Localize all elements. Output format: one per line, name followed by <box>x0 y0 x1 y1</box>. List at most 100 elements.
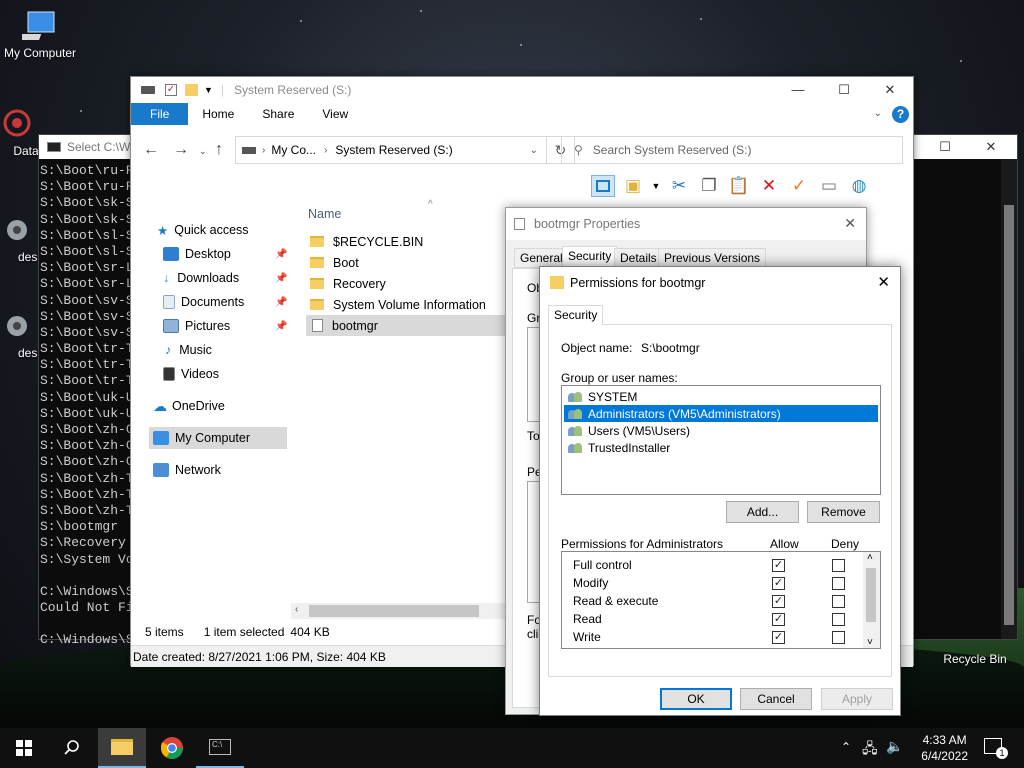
nav-my-computer[interactable]: My Computer <box>149 427 287 449</box>
taskbar-chrome[interactable] <box>148 728 196 768</box>
scroll-thumb[interactable] <box>309 605 479 617</box>
deny-checkbox[interactable] <box>832 631 845 644</box>
breadcrumb-my-computer[interactable]: My Co... <box>271 143 316 157</box>
deny-checkbox[interactable] <box>832 559 845 572</box>
minimize-button[interactable]: — <box>775 77 821 103</box>
taskbar-cmd[interactable]: C:\ <box>196 728 244 768</box>
permissions-titlebar[interactable]: Permissions for bootmgr ✕ <box>540 267 900 299</box>
start-button[interactable] <box>0 728 48 768</box>
user-row-system[interactable]: SYSTEM <box>564 388 878 405</box>
back-arrow-icon[interactable]: ← <box>143 141 159 159</box>
chevron-up-icon[interactable]: ⌃ <box>841 740 851 754</box>
checkmark-icon[interactable]: ✓ <box>787 175 811 197</box>
search-button[interactable] <box>48 728 96 768</box>
forward-arrow-icon[interactable]: → <box>173 141 189 159</box>
list-item[interactable]: System Volume Information <box>306 294 506 315</box>
pin-icon[interactable]: 📌 <box>275 249 287 260</box>
pin-icon[interactable]: 📌 <box>275 273 287 284</box>
list-item[interactable]: Boot <box>306 252 506 273</box>
allow-checkbox[interactable]: ✓ <box>772 577 785 590</box>
pin-icon[interactable]: 📌 <box>275 297 287 308</box>
up-arrow-icon[interactable]: ↑ <box>215 141 223 159</box>
permissions-scrollbar[interactable]: ˄ ˅ <box>863 552 880 648</box>
deny-checkbox[interactable] <box>832 613 845 626</box>
cmd-maximize-button[interactable]: ☐ <box>923 135 967 159</box>
delete-icon[interactable]: ✕ <box>757 175 781 197</box>
new-folder-icon[interactable]: ▣ <box>621 175 645 197</box>
nav-onedrive[interactable]: ☁ OneDrive <box>153 395 225 417</box>
apply-button[interactable]: Apply <box>821 688 893 710</box>
list-item[interactable]: Recovery <box>306 273 506 294</box>
chevron-down-icon[interactable]: ⌄ <box>530 145 538 156</box>
user-row-administrators[interactable]: Administrators (VM5\Administrators) <box>564 405 878 422</box>
properties-titlebar[interactable]: bootmgr Properties ✕ <box>506 208 866 240</box>
tab-home[interactable]: Home <box>188 103 248 125</box>
tab-security[interactable]: Security <box>562 246 618 268</box>
search-input[interactable]: ⚲ Search System Reserved (S:) <box>561 136 903 164</box>
globe-icon[interactable]: ◍ <box>847 175 871 197</box>
address-input[interactable]: › My Co... › System Reserved (S:) ⌄ <box>235 136 547 164</box>
close-button[interactable]: ✕ <box>867 77 913 103</box>
nav-downloads[interactable]: ↓ Downloads <box>163 267 239 289</box>
tab-previous-versions[interactable]: Previous Versions <box>658 248 767 268</box>
nav-network[interactable]: Network <box>153 459 221 481</box>
nav-quick-access[interactable]: ★ Quick access <box>157 219 249 241</box>
user-row-trustedinstaller[interactable]: TrustedInstaller <box>564 439 878 456</box>
deny-checkbox[interactable] <box>832 595 845 608</box>
list-item[interactable]: bootmgr <box>306 315 506 336</box>
tab-view[interactable]: View <box>308 103 362 125</box>
cmd-scrollbar[interactable] <box>1001 159 1017 639</box>
breadcrumb-system-reserved[interactable]: System Reserved (S:) <box>335 143 452 157</box>
tab-share[interactable]: Share <box>248 103 308 125</box>
desktop-icon-recycle-bin[interactable]: Recycle Bin <box>935 652 1015 666</box>
user-list[interactable]: SYSTEM Administrators (VM5\Administrator… <box>561 385 881 495</box>
folder-icon[interactable] <box>185 84 198 96</box>
cancel-button[interactable]: Cancel <box>740 688 812 710</box>
preview-pane-icon[interactable] <box>591 175 615 197</box>
allow-checkbox[interactable]: ✓ <box>772 631 785 644</box>
close-icon[interactable]: ✕ <box>877 273 890 291</box>
add-button[interactable]: Add... <box>726 501 799 523</box>
chevron-down-icon[interactable]: ▼ <box>204 85 213 95</box>
tab-security[interactable]: Security <box>548 305 604 325</box>
permissions-dialog[interactable]: Permissions for bootmgr ✕ Security Objec… <box>539 266 901 716</box>
allow-checkbox[interactable]: ✓ <box>772 559 785 572</box>
nav-pictures[interactable]: Pictures <box>163 315 230 337</box>
ok-button[interactable]: OK <box>660 688 732 710</box>
close-icon[interactable]: ✕ <box>844 215 856 232</box>
column-header-name[interactable]: Name <box>308 207 341 221</box>
nav-music[interactable]: ♪ Music <box>165 339 212 361</box>
remove-button[interactable]: Remove <box>807 501 880 523</box>
copy-icon[interactable]: ❐ <box>697 175 721 197</box>
tab-file[interactable]: File <box>131 103 189 125</box>
cut-icon[interactable]: ✂ <box>667 175 691 197</box>
maximize-button[interactable]: ☐ <box>821 77 867 103</box>
chevron-left-icon[interactable]: ‹ <box>295 604 298 615</box>
chevron-down-icon[interactable]: ⌄ <box>874 103 882 125</box>
chevron-down-icon[interactable]: ▼ <box>651 175 661 197</box>
tab-details[interactable]: Details <box>614 248 663 268</box>
properties-icon[interactable]: ✓ <box>165 84 177 96</box>
tab-general[interactable]: General <box>514 248 569 268</box>
scroll-thumb[interactable] <box>866 568 876 622</box>
chevron-up-icon[interactable]: ˄ <box>867 552 873 563</box>
notification-button[interactable]: 1 <box>984 738 1008 759</box>
help-icon[interactable]: ? <box>892 106 909 123</box>
user-row-users[interactable]: Users (VM5\Users) <box>564 422 878 439</box>
nav-videos[interactable]: Videos <box>163 363 219 385</box>
rename-icon[interactable]: ▭ <box>817 175 841 197</box>
clock[interactable]: 4:33 AM 6/4/2022 <box>921 732 968 764</box>
volume-icon[interactable]: 🔈 <box>886 738 903 755</box>
network-icon[interactable]: 🖧 <box>862 738 878 762</box>
deny-checkbox[interactable] <box>832 577 845 590</box>
desktop-icon-my-computer[interactable]: My Computer <box>0 10 80 60</box>
allow-checkbox[interactable]: ✓ <box>772 613 785 626</box>
nav-documents[interactable]: Documents <box>163 291 244 313</box>
taskbar-file-explorer[interactable] <box>98 728 146 768</box>
allow-checkbox[interactable]: ✓ <box>772 595 785 608</box>
chevron-down-icon[interactable]: ⌄ <box>199 146 207 157</box>
chevron-down-icon[interactable]: ˅ <box>867 637 873 648</box>
list-item[interactable]: $RECYCLE.BIN <box>306 231 506 252</box>
cmd-close-button[interactable]: ✕ <box>969 135 1013 159</box>
nav-desktop[interactable]: Desktop <box>163 243 231 265</box>
